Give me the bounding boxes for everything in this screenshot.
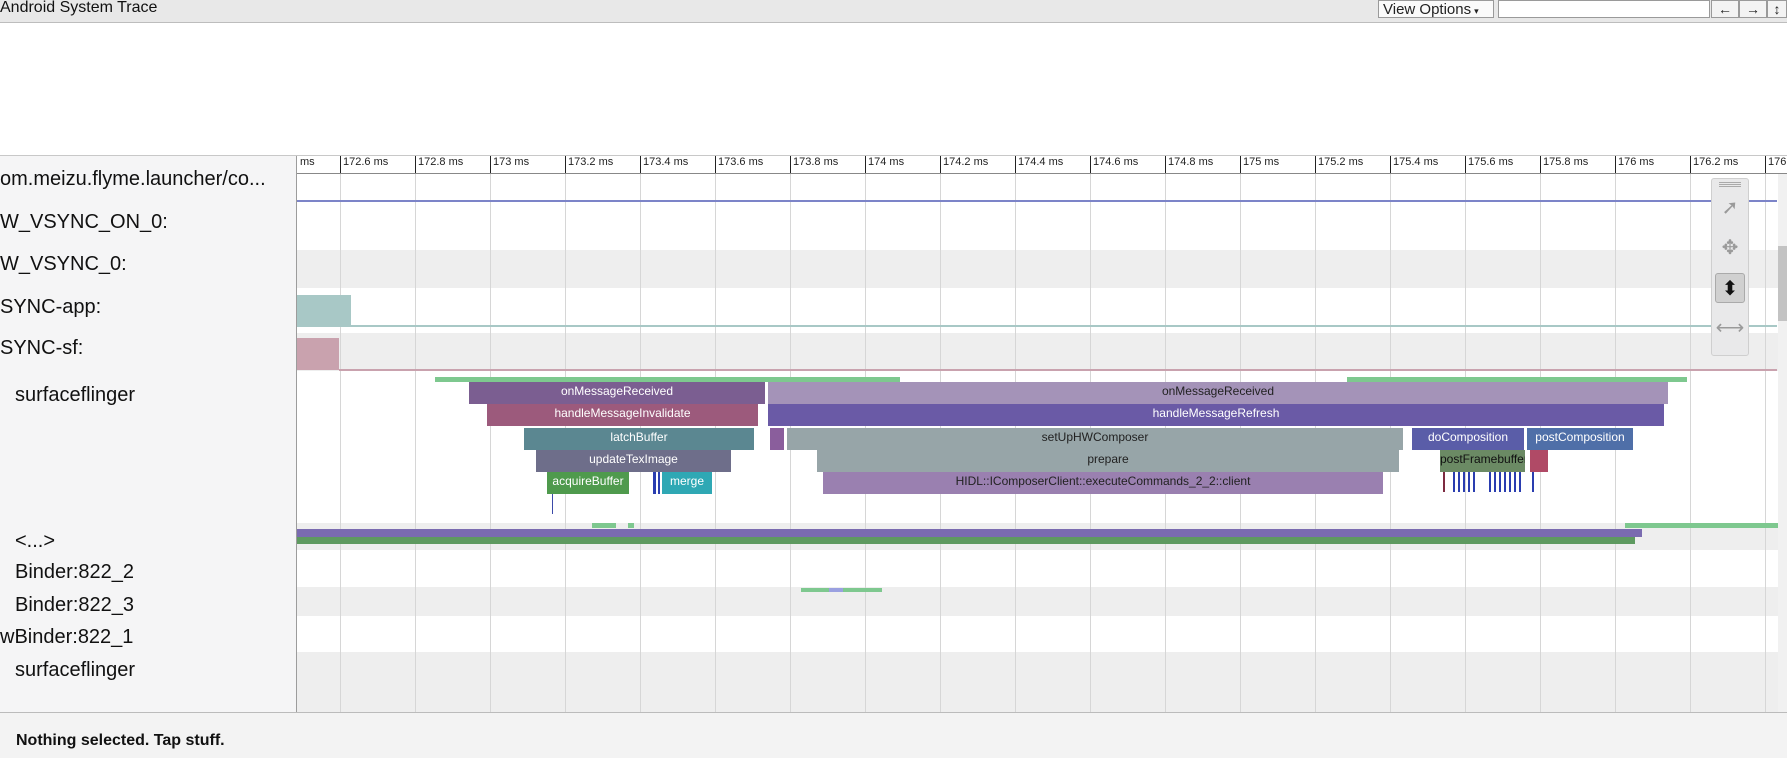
- slice-updateTexImage[interactable]: updateTexImage: [536, 450, 731, 472]
- forward-button[interactable]: →: [1739, 0, 1767, 18]
- tick-label: 174.2 ms: [943, 156, 989, 168]
- pan-tool-icon[interactable]: ✥: [1715, 233, 1745, 263]
- slice-bar[interactable]: [297, 529, 1642, 537]
- slice-marker[interactable]: [653, 472, 656, 494]
- tick-label: 173.2 ms: [568, 156, 614, 168]
- tick-label: 173.4 ms: [643, 156, 689, 168]
- more-button[interactable]: ↕: [1767, 0, 1787, 18]
- track-label[interactable]: surfaceflinger: [15, 659, 135, 682]
- tick-label: 173.8 ms: [793, 156, 839, 168]
- drag-handle[interactable]: [1719, 182, 1741, 188]
- slice-small[interactable]: [770, 428, 784, 450]
- status-bar: Nothing selected. Tap stuff.: [0, 712, 1787, 758]
- track-label[interactable]: SYNC-sf:: [0, 337, 83, 360]
- counter-line[interactable]: [351, 325, 1777, 327]
- slice-marker[interactable]: [1443, 472, 1445, 492]
- slice-marker[interactable]: [1489, 472, 1523, 492]
- search-input[interactable]: [1498, 0, 1710, 18]
- counter-line[interactable]: [297, 200, 1777, 202]
- scrollbar-thumb[interactable]: [1778, 246, 1787, 321]
- gridline: [1765, 174, 1766, 712]
- slice-onMessageReceived[interactable]: onMessageReceived: [768, 382, 1668, 404]
- tick-label: 175.2 ms: [1318, 156, 1364, 168]
- track-label[interactable]: SYNC-app:: [0, 296, 101, 319]
- slice-executeCommands[interactable]: HIDL::IComposerClient::executeCommands_2…: [823, 472, 1383, 494]
- slice-postFramebuffer[interactable]: postFramebuffer: [1440, 450, 1525, 472]
- track-label[interactable]: Binder:822_2: [15, 561, 134, 584]
- slice-merge[interactable]: merge: [662, 472, 712, 494]
- tick-label: 173.6 ms: [718, 156, 764, 168]
- thread-state-bar[interactable]: [628, 523, 634, 528]
- tick-label: 176: [1768, 156, 1787, 168]
- chevron-down-icon: ▾: [1474, 6, 1479, 16]
- gridline: [415, 174, 416, 712]
- gridline: [1690, 174, 1691, 712]
- thread-state-bar[interactable]: [1625, 523, 1787, 528]
- analysis-area: [0, 23, 1787, 156]
- tick-label: 173 ms: [493, 156, 530, 168]
- slice-setUpHWComposer[interactable]: setUpHWComposer: [787, 428, 1403, 450]
- tick-label: 172.8 ms: [418, 156, 464, 168]
- slice-onMessageReceived[interactable]: onMessageReceived: [469, 382, 765, 404]
- top-toolbar: Android System Trace View Options ▾ ← → ↕: [0, 0, 1787, 23]
- back-button[interactable]: ←: [1711, 0, 1739, 18]
- track-row-background: [297, 250, 1787, 288]
- zoom-tool-icon[interactable]: ⬍: [1715, 273, 1745, 303]
- gridline: [490, 174, 491, 712]
- track-label[interactable]: om.meizu.flyme.launcher/co...: [0, 168, 266, 191]
- slice-bar[interactable]: [297, 537, 1635, 544]
- slice-marker[interactable]: [1453, 472, 1477, 492]
- slice-latchBuffer[interactable]: latchBuffer: [524, 428, 754, 450]
- slice-marker[interactable]: [552, 494, 553, 514]
- slice-marker[interactable]: [1532, 472, 1534, 492]
- counter-line[interactable]: [339, 369, 1777, 371]
- view-options-label: View Options: [1383, 1, 1472, 18]
- track-label[interactable]: wBinder:822_1: [0, 626, 133, 649]
- slice-small[interactable]: [1530, 450, 1548, 472]
- track-row-background: [297, 652, 1787, 712]
- tick-label: 176 ms: [1618, 156, 1655, 168]
- timing-tool-icon[interactable]: ⟷: [1715, 313, 1745, 343]
- tick-label: 174.6 ms: [1093, 156, 1139, 168]
- track-row-background: [297, 587, 1787, 616]
- slice-handleMessageInvalidate[interactable]: handleMessageInvalidate: [487, 404, 758, 426]
- track-label[interactable]: W_VSYNC_ON_0:: [0, 211, 168, 234]
- tick-label: 172.6 ms: [343, 156, 389, 168]
- app-title: Android System Trace: [0, 0, 158, 16]
- tick-label: 174.8 ms: [1168, 156, 1214, 168]
- tick-label: 174.4 ms: [1018, 156, 1064, 168]
- thread-state-bar[interactable]: [829, 588, 843, 592]
- slice-doComposition[interactable]: doComposition: [1412, 428, 1524, 450]
- gridline: [340, 174, 341, 712]
- thread-state-bar[interactable]: [592, 523, 616, 528]
- view-options-button[interactable]: View Options ▾: [1378, 0, 1494, 18]
- track-label[interactable]: W_VSYNC_0:: [0, 253, 127, 276]
- counter-block[interactable]: [297, 295, 351, 327]
- vertical-scrollbar[interactable]: [1778, 174, 1787, 712]
- time-ruler[interactable]: ms 172.6 ms 172.8 ms 173 ms 173.2 ms 173…: [297, 156, 1787, 174]
- slice-marker[interactable]: [658, 472, 660, 494]
- counter-block[interactable]: [297, 338, 339, 370]
- tick-label: 175 ms: [1243, 156, 1280, 168]
- track-area[interactable]: onMessageReceived onMessageReceived hand…: [297, 174, 1787, 712]
- slice-acquireBuffer[interactable]: acquireBuffer: [547, 472, 629, 494]
- track-label[interactable]: surfaceflinger: [15, 384, 135, 407]
- selection-status: Nothing selected. Tap stuff.: [16, 732, 225, 749]
- track-label[interactable]: Binder:822_3: [15, 594, 134, 617]
- track-label-column: om.meizu.flyme.launcher/co... W_VSYNC_ON…: [0, 156, 297, 712]
- track-row-background: [297, 333, 1787, 371]
- select-tool-icon[interactable]: ➚: [1715, 193, 1745, 223]
- slice-postComposition[interactable]: postComposition: [1527, 428, 1633, 450]
- tick-label: ms: [300, 156, 315, 168]
- tick-label: 175.6 ms: [1468, 156, 1514, 168]
- slice-handleMessageRefresh[interactable]: handleMessageRefresh: [768, 404, 1664, 426]
- navigation-toolbox: ➚ ✥ ⬍ ⟷: [1711, 178, 1749, 356]
- tick-label: 176.2 ms: [1693, 156, 1739, 168]
- tick-label: 175.8 ms: [1543, 156, 1589, 168]
- tick-label: 174 ms: [868, 156, 905, 168]
- tick-label: 175.4 ms: [1393, 156, 1439, 168]
- track-label[interactable]: <...>: [15, 530, 55, 553]
- slice-prepare[interactable]: prepare: [817, 450, 1399, 472]
